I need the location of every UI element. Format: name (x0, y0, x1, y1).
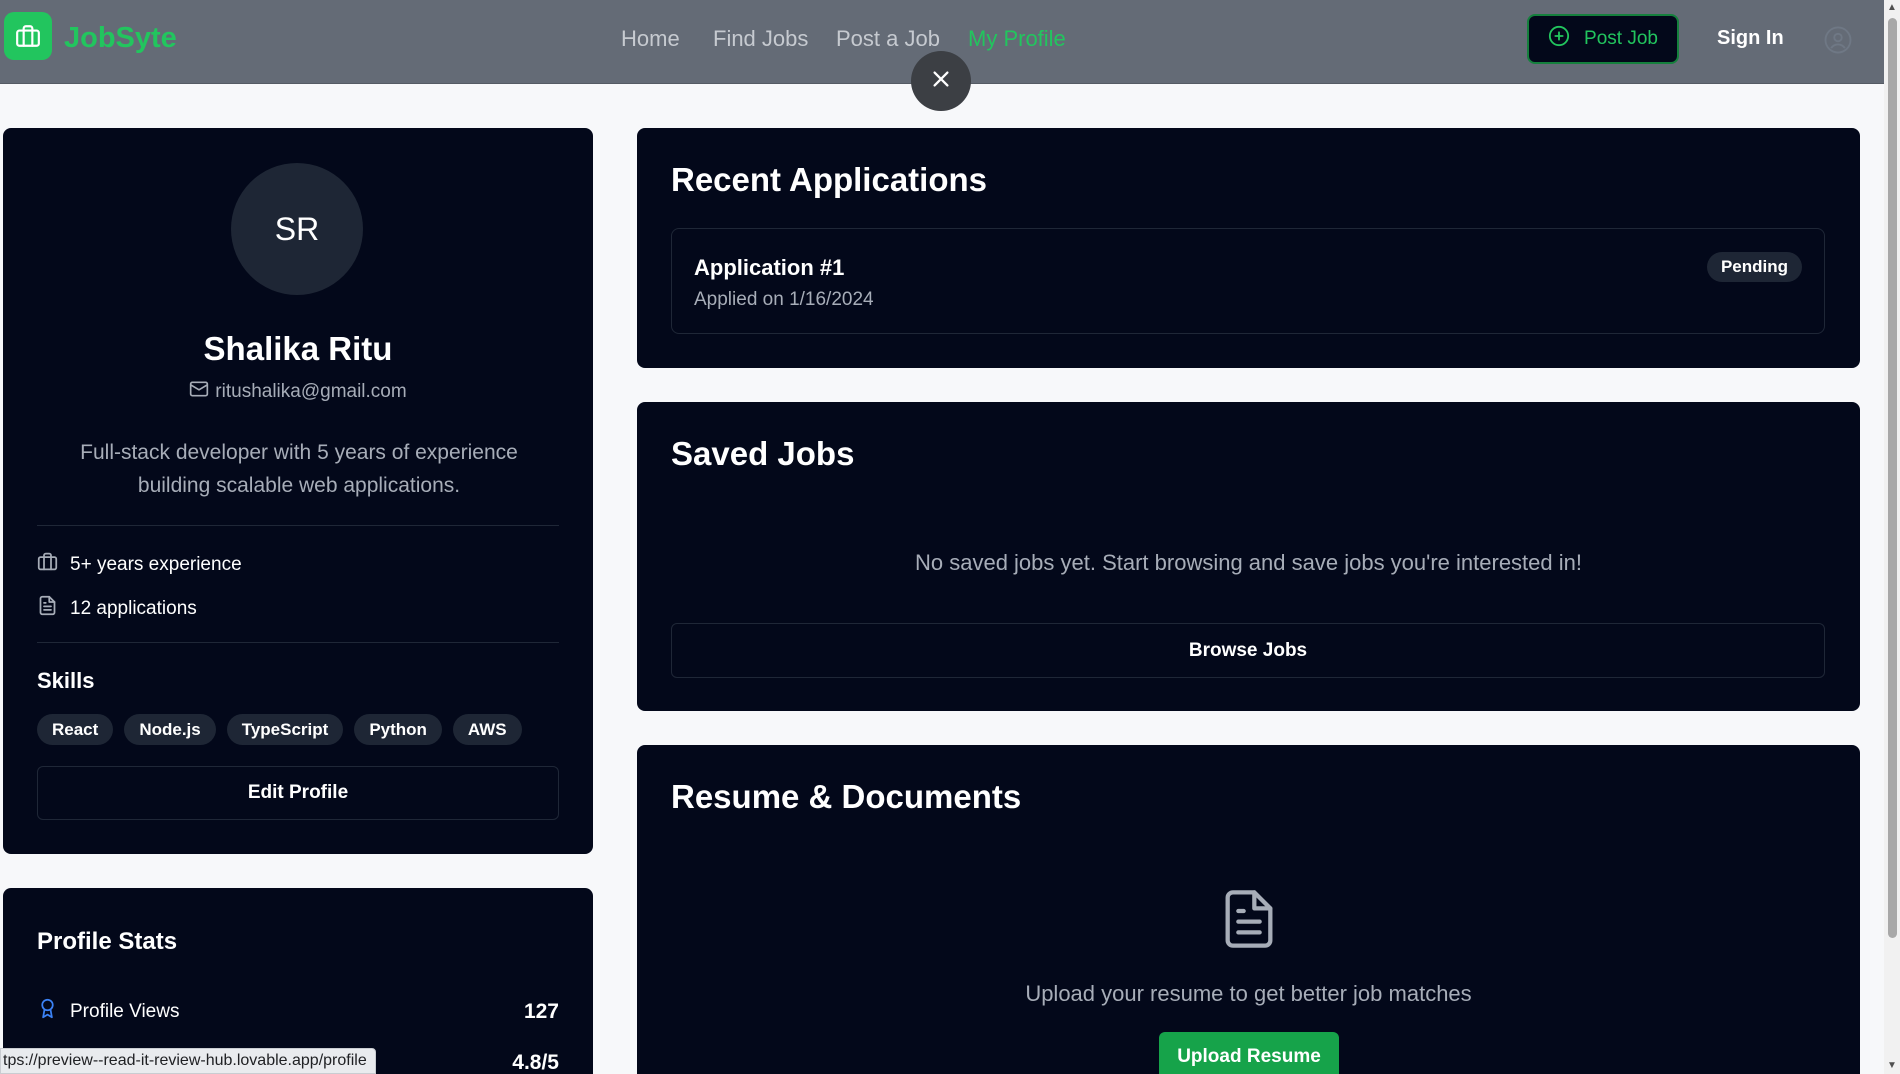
applications-row: 12 applications (37, 595, 197, 622)
experience-row: 5+ years experience (37, 551, 242, 578)
upload-resume-button[interactable]: Upload Resume (1159, 1032, 1339, 1074)
post-job-label: Post Job (1584, 28, 1658, 49)
document-icon (1217, 887, 1281, 956)
scroll-thumb[interactable] (1888, 18, 1897, 938)
skill-badge: Node.js (124, 714, 216, 745)
post-job-button[interactable]: Post Job (1527, 14, 1679, 64)
stat-label: Profile Views (70, 1000, 180, 1022)
nav-home[interactable]: Home (621, 26, 680, 52)
scroll-up-icon[interactable]: ▲ (1887, 2, 1897, 13)
saved-jobs-card: Saved Jobs No saved jobs yet. Start brow… (637, 402, 1860, 711)
skill-badge: Python (354, 714, 442, 745)
sign-in-button[interactable]: Sign In (1717, 27, 1784, 50)
briefcase-icon (37, 551, 58, 578)
application-title: Application #1 (694, 255, 845, 280)
saved-jobs-title: Saved Jobs (671, 435, 855, 472)
stat-row: Profile Views 127 (37, 998, 559, 1025)
brand-name[interactable]: JobSyte (64, 22, 177, 55)
divider (37, 642, 559, 643)
resume-documents-card: Resume & Documents Upload your resume to… (637, 745, 1860, 1074)
stat-value: 127 (523, 999, 559, 1023)
skill-badge: React (37, 714, 114, 745)
experience-text: 5+ years experience (70, 553, 242, 575)
divider (37, 525, 559, 526)
close-button[interactable] (911, 51, 971, 111)
applications-text: 12 applications (70, 597, 197, 619)
file-text-icon (37, 595, 58, 622)
profile-bio: Full-stack developer with 5 years of exp… (80, 441, 518, 497)
avatar: SR (231, 163, 363, 295)
recent-applications-card: Recent Applications Application #1 Appli… (637, 128, 1860, 368)
application-item[interactable]: Application #1 Applied on 1/16/2024 Pend… (671, 228, 1825, 334)
browse-jobs-button[interactable]: Browse Jobs (671, 623, 1825, 678)
plus-circle-icon (1548, 25, 1570, 53)
award-icon (37, 998, 58, 1025)
nav-my-profile[interactable]: My Profile (968, 26, 1066, 52)
skill-badge: TypeScript (226, 714, 344, 745)
profile-name: Shalika Ritu (203, 330, 393, 367)
stat-value: 4.8/5 (512, 1051, 559, 1074)
status-bar-url: tps://preview--read-it-review-hub.lovabl… (0, 1048, 376, 1074)
saved-jobs-empty-text: No saved jobs yet. Start browsing and sa… (914, 550, 1582, 575)
skills-list: React Node.js TypeScript Python AWS (37, 714, 522, 745)
application-date: Applied on 1/16/2024 (694, 289, 874, 310)
mail-icon (189, 379, 209, 405)
skills-heading: Skills (37, 668, 95, 693)
email-text: ritushalika@gmail.com (215, 381, 407, 402)
close-icon (930, 68, 952, 95)
recent-applications-title: Recent Applications (671, 161, 987, 198)
scrollbar[interactable]: ▲ ▼ (1884, 0, 1900, 1074)
profile-stats-title: Profile Stats (37, 928, 178, 955)
scroll-down-icon[interactable]: ▼ (1887, 1060, 1897, 1071)
resume-documents-title: Resume & Documents (671, 778, 1022, 815)
nav-post-a-job[interactable]: Post a Job (836, 26, 940, 52)
profile-stats-card: Profile Stats Profile Views 127 4.8/5 (3, 888, 593, 1074)
skill-badge: AWS (452, 714, 522, 745)
nav-find-jobs[interactable]: Find Jobs (713, 26, 808, 52)
email-row: ritushalika@gmail.com (3, 379, 593, 405)
profile-card: SR Shalika Ritu ritushalika@gmail.com Fu… (3, 128, 593, 854)
user-icon[interactable] (1822, 24, 1854, 56)
edit-profile-button[interactable]: Edit Profile (37, 766, 559, 820)
status-badge: Pending (1706, 252, 1802, 282)
briefcase-logo-icon[interactable] (4, 12, 52, 60)
resume-upload-text: Upload your resume to get better job mat… (1025, 981, 1472, 1006)
